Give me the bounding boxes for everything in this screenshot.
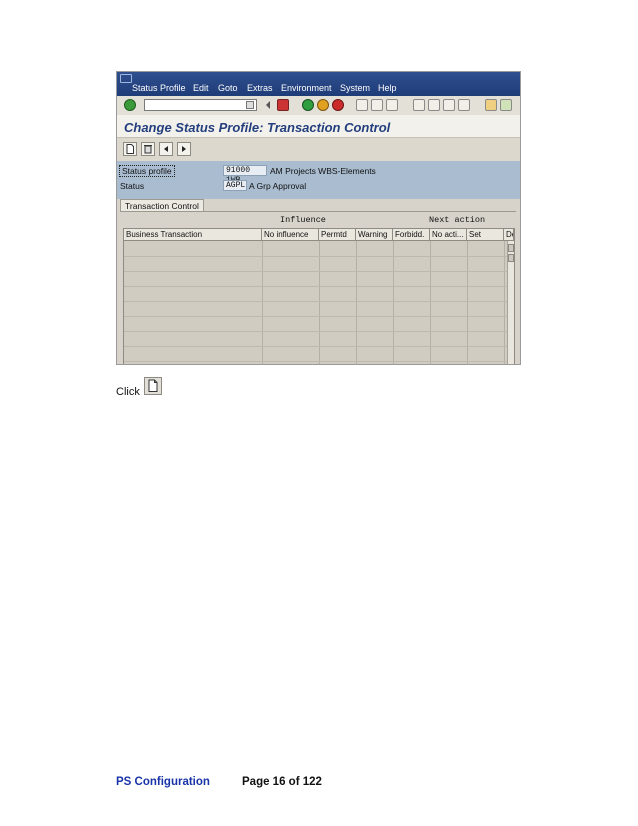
menu-edit[interactable]: Edit xyxy=(193,83,209,93)
first-page-icon[interactable] xyxy=(413,99,425,111)
exit-icon[interactable] xyxy=(317,99,329,111)
footer-page-number: Page 16 of 122 xyxy=(242,776,322,788)
command-field-value xyxy=(145,106,147,115)
column-permitted[interactable]: Permtd xyxy=(319,229,356,241)
toolbar-separator-left-icon xyxy=(264,99,272,111)
influence-group-title: Influence xyxy=(280,215,326,225)
previous-entry-button[interactable] xyxy=(159,142,173,156)
table-row[interactable] xyxy=(124,256,514,257)
status-field[interactable]: AGPL xyxy=(223,180,247,191)
triangle-right-icon xyxy=(182,146,186,152)
print-icon[interactable] xyxy=(356,99,368,111)
scroll-up-icon[interactable] xyxy=(508,244,514,252)
tab-divider xyxy=(120,211,516,212)
cancel-icon[interactable] xyxy=(332,99,344,111)
table-row[interactable] xyxy=(124,346,514,347)
table-row[interactable] xyxy=(124,301,514,302)
shortcut-icon[interactable] xyxy=(500,99,512,111)
instruction-text: Click xyxy=(116,386,140,398)
menu-extras[interactable]: Extras xyxy=(247,83,273,93)
column-no-action[interactable]: No acti... xyxy=(430,229,467,241)
footer-section-title: PS Configuration xyxy=(116,776,210,788)
column-forbidden[interactable]: Forbidd. xyxy=(393,229,430,241)
transaction-table: Business Transaction No influence Permtd… xyxy=(123,228,515,364)
page-title: Change Status Profile: Transaction Contr… xyxy=(124,120,391,135)
tab-area: Transaction Control Influence Next actio… xyxy=(117,199,520,364)
menu-environment[interactable]: Environment xyxy=(281,83,332,93)
enter-icon[interactable] xyxy=(124,99,136,111)
menu-goto[interactable]: Goto xyxy=(218,83,238,93)
status-profile-label: Status profile xyxy=(119,165,175,177)
column-set[interactable]: Set xyxy=(467,229,504,241)
find-next-icon[interactable] xyxy=(386,99,398,111)
standard-toolbar xyxy=(117,96,520,116)
create-session-icon[interactable] xyxy=(485,99,497,111)
column-warning[interactable]: Warning xyxy=(356,229,393,241)
menu-system[interactable]: System xyxy=(340,83,370,93)
vertical-scrollbar[interactable] xyxy=(507,241,514,364)
column-business-transaction[interactable]: Business Transaction xyxy=(124,229,262,241)
application-toolbar xyxy=(117,137,520,162)
table-row[interactable] xyxy=(124,286,514,287)
triangle-left-icon xyxy=(164,146,168,152)
find-icon[interactable] xyxy=(371,99,383,111)
new-entry-button-illustration xyxy=(144,377,162,395)
back-icon[interactable] xyxy=(302,99,314,111)
table-row[interactable] xyxy=(124,361,514,362)
command-history-icon[interactable] xyxy=(246,101,254,109)
menu-bar: Status Profile Edit Goto Extras Environm… xyxy=(117,72,520,96)
scroll-down-icon[interactable] xyxy=(508,254,514,262)
command-field[interactable] xyxy=(144,99,257,111)
sap-window-icon[interactable] xyxy=(120,74,132,83)
next-entry-button[interactable] xyxy=(177,142,191,156)
status-profile-field[interactable]: 91000 1WB xyxy=(223,165,267,185)
next-action-group-title: Next action xyxy=(429,215,486,225)
next-page-icon[interactable] xyxy=(443,99,455,111)
status-profile-description: AM Projects WBS-Elements xyxy=(270,166,376,176)
status-description: A Grp Approval xyxy=(249,181,307,191)
table-row[interactable] xyxy=(124,316,514,317)
menu-status-profile[interactable]: Status Profile xyxy=(132,83,186,93)
column-delete[interactable]: De xyxy=(504,229,514,241)
new-document-icon xyxy=(126,144,134,154)
last-page-icon[interactable] xyxy=(458,99,470,111)
table-row[interactable] xyxy=(124,271,514,272)
title-area: Change Status Profile: Transaction Contr… xyxy=(117,115,520,137)
save-icon[interactable] xyxy=(277,99,289,111)
new-entry-button[interactable] xyxy=(123,142,137,156)
sap-screenshot: Status Profile Edit Goto Extras Environm… xyxy=(116,71,521,365)
menu-help[interactable]: Help xyxy=(378,83,397,93)
status-label: Status xyxy=(120,181,145,191)
header-fields: Status profile 91000 1WB AM Projects WBS… xyxy=(117,161,520,199)
delete-button[interactable] xyxy=(141,142,155,156)
new-document-icon xyxy=(148,379,158,392)
table-row[interactable] xyxy=(124,331,514,332)
trash-icon xyxy=(144,145,152,154)
previous-page-icon[interactable] xyxy=(428,99,440,111)
column-no-influence[interactable]: No influence xyxy=(262,229,319,241)
